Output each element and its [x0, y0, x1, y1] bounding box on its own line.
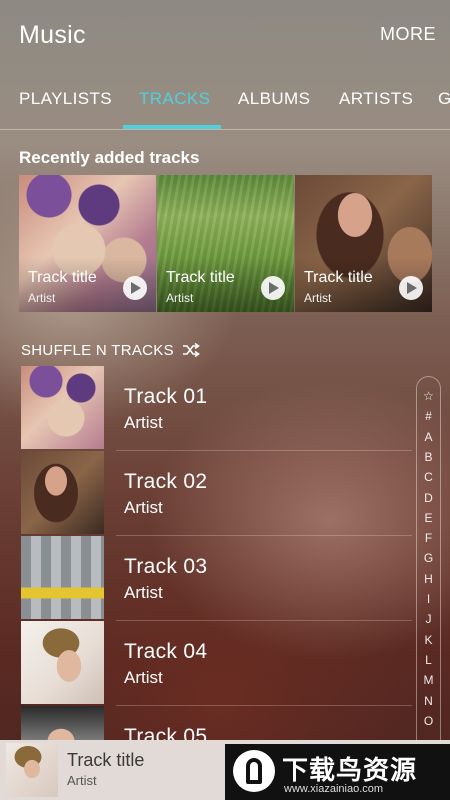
index-letter[interactable]: L: [417, 653, 440, 667]
watermark-url: www.xiazainiao.com: [284, 783, 384, 795]
play-icon[interactable]: [261, 276, 285, 300]
track-artist: Artist: [124, 413, 163, 432]
tab-playlists[interactable]: PLAYLISTS: [19, 89, 112, 109]
index-letter[interactable]: J: [417, 612, 440, 626]
index-letter[interactable]: E: [417, 511, 440, 525]
more-button[interactable]: MORE: [380, 24, 436, 45]
track-thumbnail: [21, 451, 104, 534]
index-letter[interactable]: C: [417, 470, 440, 484]
card-artist: Artist: [28, 291, 56, 305]
index-letter[interactable]: I: [417, 592, 440, 606]
index-letter[interactable]: ☆: [417, 389, 440, 403]
track-list: Track 01 Artist Track 02 Artist Track 03…: [0, 366, 412, 740]
app-header: Music MORE: [0, 0, 450, 72]
alphabet-index-scroller[interactable]: ☆ # A B C D E F G H I J K L M N O: [416, 376, 441, 746]
track-row[interactable]: Track 05: [0, 706, 412, 740]
index-letter[interactable]: M: [417, 673, 440, 687]
bird-logo-icon: [233, 750, 275, 792]
index-letter[interactable]: N: [417, 694, 440, 708]
shuffle-label: SHUFFLE N TRACKS: [21, 341, 174, 359]
tab-artists[interactable]: ARTISTS: [339, 89, 413, 109]
card-title: Track title: [28, 269, 97, 286]
index-letter[interactable]: O: [417, 714, 440, 728]
track-row[interactable]: Track 03 Artist: [0, 536, 412, 621]
track-title: Track 04: [124, 640, 208, 663]
track-thumbnail: [21, 366, 104, 449]
index-letter[interactable]: #: [417, 409, 440, 423]
index-letter[interactable]: D: [417, 491, 440, 505]
index-letter[interactable]: B: [417, 450, 440, 464]
now-playing-title: Track title: [67, 750, 145, 770]
play-icon[interactable]: [123, 276, 147, 300]
recent-track-card[interactable]: Track title Artist: [295, 175, 432, 312]
track-row[interactable]: Track 04 Artist: [0, 621, 412, 706]
active-tab-indicator: [123, 125, 221, 129]
watermark-logo: 下载鸟资源 www.xiazainiao.com: [225, 744, 450, 800]
now-playing-thumbnail: [6, 743, 58, 797]
card-title: Track title: [304, 269, 373, 286]
card-artist: Artist: [304, 291, 332, 305]
track-title: Track 03: [124, 555, 208, 578]
tab-tracks[interactable]: TRACKS: [139, 89, 210, 109]
track-thumbnail: [21, 706, 104, 740]
now-playing-artist: Artist: [67, 773, 97, 788]
tab-albums[interactable]: ALBUMS: [238, 89, 310, 109]
track-thumbnail: [21, 536, 104, 619]
track-title: Track 05: [124, 725, 208, 740]
track-title: Track 01: [124, 385, 208, 408]
card-title: Track title: [166, 269, 235, 286]
shuffle-icon: [182, 342, 200, 358]
recent-tracks-carousel: Track title Artist Track title Artist Tr…: [19, 175, 432, 312]
index-letter[interactable]: H: [417, 572, 440, 586]
track-title: Track 02: [124, 470, 208, 493]
track-artist: Artist: [124, 668, 163, 687]
app-title: Music: [19, 21, 86, 49]
index-letter[interactable]: A: [417, 430, 440, 444]
play-icon[interactable]: [399, 276, 423, 300]
recently-added-heading: Recently added tracks: [19, 148, 200, 167]
tab-genres[interactable]: G: [438, 89, 450, 109]
index-letter[interactable]: F: [417, 531, 440, 545]
watermark-text: 下载鸟资源: [282, 756, 418, 786]
tab-bar: PLAYLISTS TRACKS ALBUMS ARTISTS G: [0, 72, 450, 130]
recent-track-card[interactable]: Track title Artist: [19, 175, 156, 312]
index-letter[interactable]: G: [417, 551, 440, 565]
card-artist: Artist: [166, 291, 194, 305]
recent-track-card[interactable]: Track title Artist: [157, 175, 294, 312]
track-artist: Artist: [124, 498, 163, 517]
shuffle-button[interactable]: SHUFFLE N TRACKS: [21, 340, 200, 360]
track-thumbnail: [21, 621, 104, 704]
index-letter[interactable]: K: [417, 633, 440, 647]
track-row[interactable]: Track 01 Artist: [0, 366, 412, 451]
track-artist: Artist: [124, 583, 163, 602]
track-row[interactable]: Track 02 Artist: [0, 451, 412, 536]
